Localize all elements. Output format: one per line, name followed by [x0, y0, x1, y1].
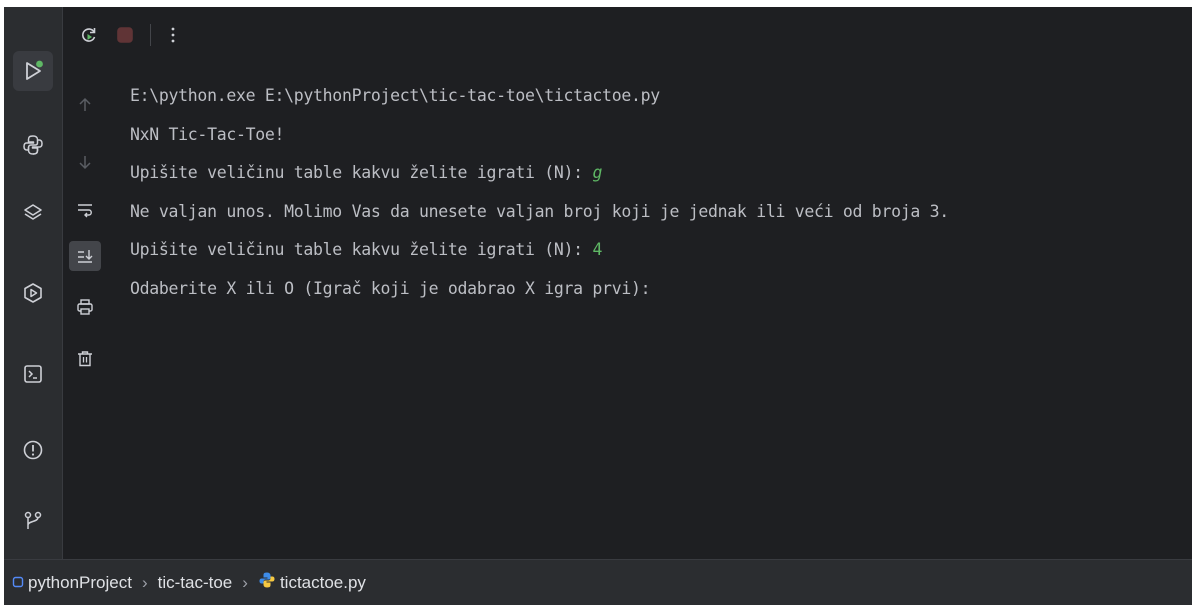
problems-icon	[23, 440, 43, 460]
scroll-down-button[interactable]	[69, 147, 101, 177]
module-square-icon	[12, 573, 24, 593]
printer-icon	[77, 299, 93, 315]
console-line-text: NxN Tic-Tac-Toe!	[130, 124, 285, 144]
tool-window-bar	[4, 7, 63, 559]
console-line-text: Upišite veličinu table kakvu želite igra…	[130, 240, 593, 259]
run-toolbar	[62, 7, 1192, 67]
rerun-icon	[82, 28, 96, 42]
breadcrumb-project[interactable]: pythonProject	[28, 573, 132, 593]
console-line: Odaberite X ili O (Igrač koji je odabrao…	[130, 270, 1182, 309]
breadcrumb-separator: ›	[141, 572, 148, 592]
python-file-icon	[258, 571, 276, 594]
console-line-text: Upišite veličinu table kakvu želite igra…	[130, 163, 593, 182]
console-line: Upišite veličinu table kakvu želite igra…	[130, 154, 1182, 193]
problems-button[interactable]	[13, 430, 53, 470]
breadcrumb-folder[interactable]: tic-tac-toe	[158, 573, 233, 593]
stop-icon	[117, 27, 133, 43]
user-input-text: g	[592, 163, 603, 182]
python-packages-button[interactable]	[13, 193, 53, 233]
console-line-text: Odaberite X ili O (Igrač koji je odabrao…	[130, 278, 651, 298]
breadcrumb-file[interactable]: tictactoe.py	[280, 573, 366, 593]
git-branch-icon	[24, 511, 42, 529]
terminal-icon	[24, 365, 42, 383]
python-console-button[interactable]	[13, 125, 53, 165]
console-output[interactable]: E:\python.exe E:\pythonProject\tic-tac-t…	[130, 77, 1182, 557]
git-button[interactable]	[13, 501, 53, 541]
stop-button[interactable]	[110, 20, 140, 50]
trash-icon	[78, 351, 92, 367]
scroll-up-button[interactable]	[69, 90, 101, 120]
services-button[interactable]	[13, 273, 53, 313]
console-line: Upišite veličinu table kakvu želite igra…	[130, 231, 1182, 270]
more-options-button[interactable]	[158, 20, 188, 50]
soft-wrap-icon	[78, 204, 92, 218]
vertical-ellipsis-icon	[171, 27, 175, 43]
console-line-text: Ne valjan unos. Molimo Vas da unesete va…	[130, 201, 949, 221]
services-play-icon	[24, 283, 42, 303]
breadcrumb-separator: ›	[242, 572, 248, 592]
soft-wrap-button[interactable]	[69, 195, 101, 225]
scroll-to-end-button[interactable]	[69, 241, 101, 271]
python-icon	[23, 135, 43, 155]
clear-all-button[interactable]	[69, 344, 101, 374]
run-icon	[26, 60, 43, 80]
console-line: Ne valjan unos. Molimo Vas da unesete va…	[130, 193, 1182, 232]
toolbar-separator	[150, 24, 151, 46]
terminal-button[interactable]	[13, 354, 53, 394]
console-line: E:\python.exe E:\pythonProject\tic-tac-t…	[130, 77, 1182, 116]
run-tool-button[interactable]	[13, 51, 53, 91]
rerun-button[interactable]	[74, 20, 104, 50]
status-bar: pythonProject › tic-tac-toe › tictactoe.…	[4, 559, 1192, 605]
arrow-up-icon	[79, 97, 91, 111]
print-button[interactable]	[69, 292, 101, 322]
console-line-text: E:\python.exe E:\pythonProject\tic-tac-t…	[130, 86, 660, 105]
user-input-text: 4	[592, 240, 603, 259]
arrow-down-icon	[79, 156, 91, 170]
console-line: NxN Tic-Tac-Toe!	[130, 116, 1182, 155]
ide-window: E:\python.exe E:\pythonProject\tic-tac-t…	[4, 7, 1192, 605]
layers-icon	[24, 204, 42, 220]
console-actions	[62, 67, 110, 559]
scroll-to-end-icon	[78, 250, 93, 263]
